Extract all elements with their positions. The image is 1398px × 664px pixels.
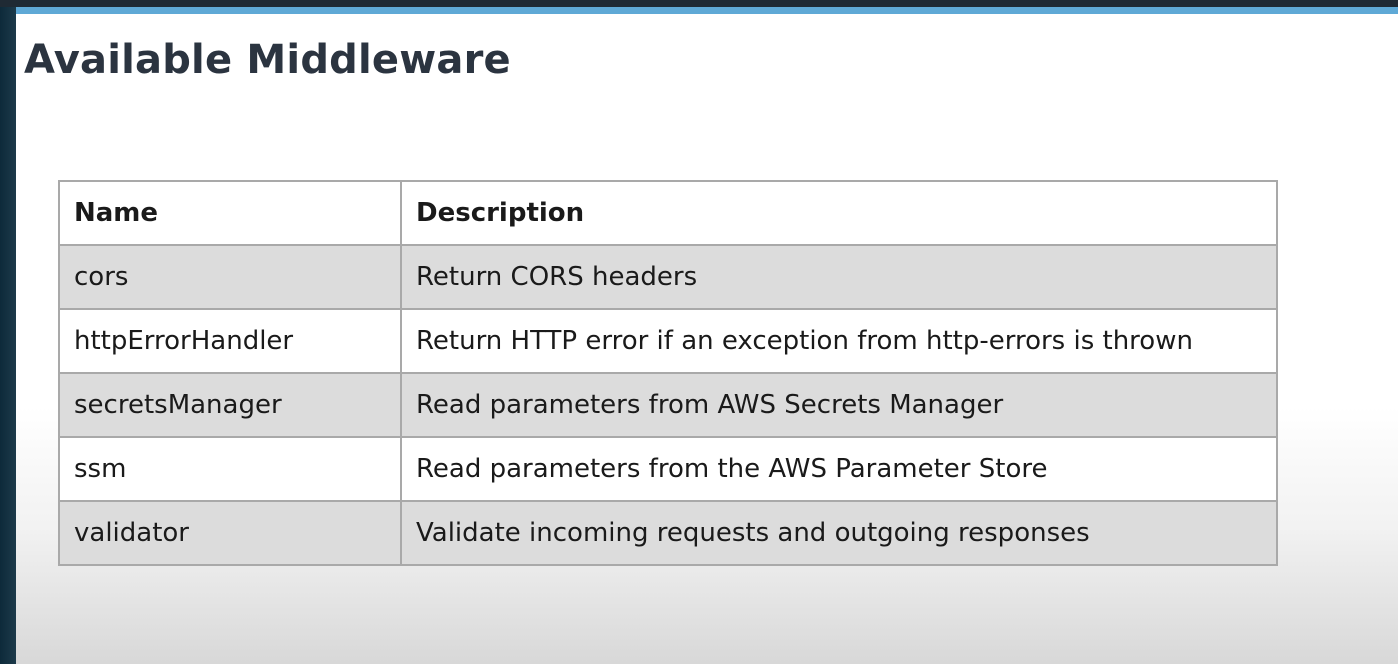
middleware-description-cell: Read parameters from the AWS Parameter S… [400,436,1278,502]
column-header-name: Name [58,180,402,246]
middleware-name-cell: validator [58,500,402,566]
slide-title: Available Middleware [24,37,511,83]
table-header-row: Name Description [58,180,1278,246]
middleware-description-cell: Return HTTP error if an exception from h… [400,308,1278,374]
slide: Available Middleware Name Description co… [16,7,1398,664]
table-row: ssm Read parameters from the AWS Paramet… [58,436,1278,502]
table-row: cors Return CORS headers [58,244,1278,310]
table-row: httpErrorHandler Return HTTP error if an… [58,308,1278,374]
table-row: validator Validate incoming requests and… [58,500,1278,566]
video-frame: Available Middleware Name Description co… [0,0,1398,664]
middleware-description-cell: Read parameters from AWS Secrets Manager [400,372,1278,438]
middleware-name-cell: secretsManager [58,372,402,438]
background-edge [0,7,16,664]
middleware-description-cell: Validate incoming requests and outgoing … [400,500,1278,566]
slide-accent-bar [16,7,1398,14]
middleware-description-cell: Return CORS headers [400,244,1278,310]
middleware-name-cell: httpErrorHandler [58,308,402,374]
middleware-table: Name Description cors Return CORS header… [58,180,1278,566]
middleware-name-cell: cors [58,244,402,310]
column-header-description: Description [400,180,1278,246]
table-row: secretsManager Read parameters from AWS … [58,372,1278,438]
middleware-name-cell: ssm [58,436,402,502]
